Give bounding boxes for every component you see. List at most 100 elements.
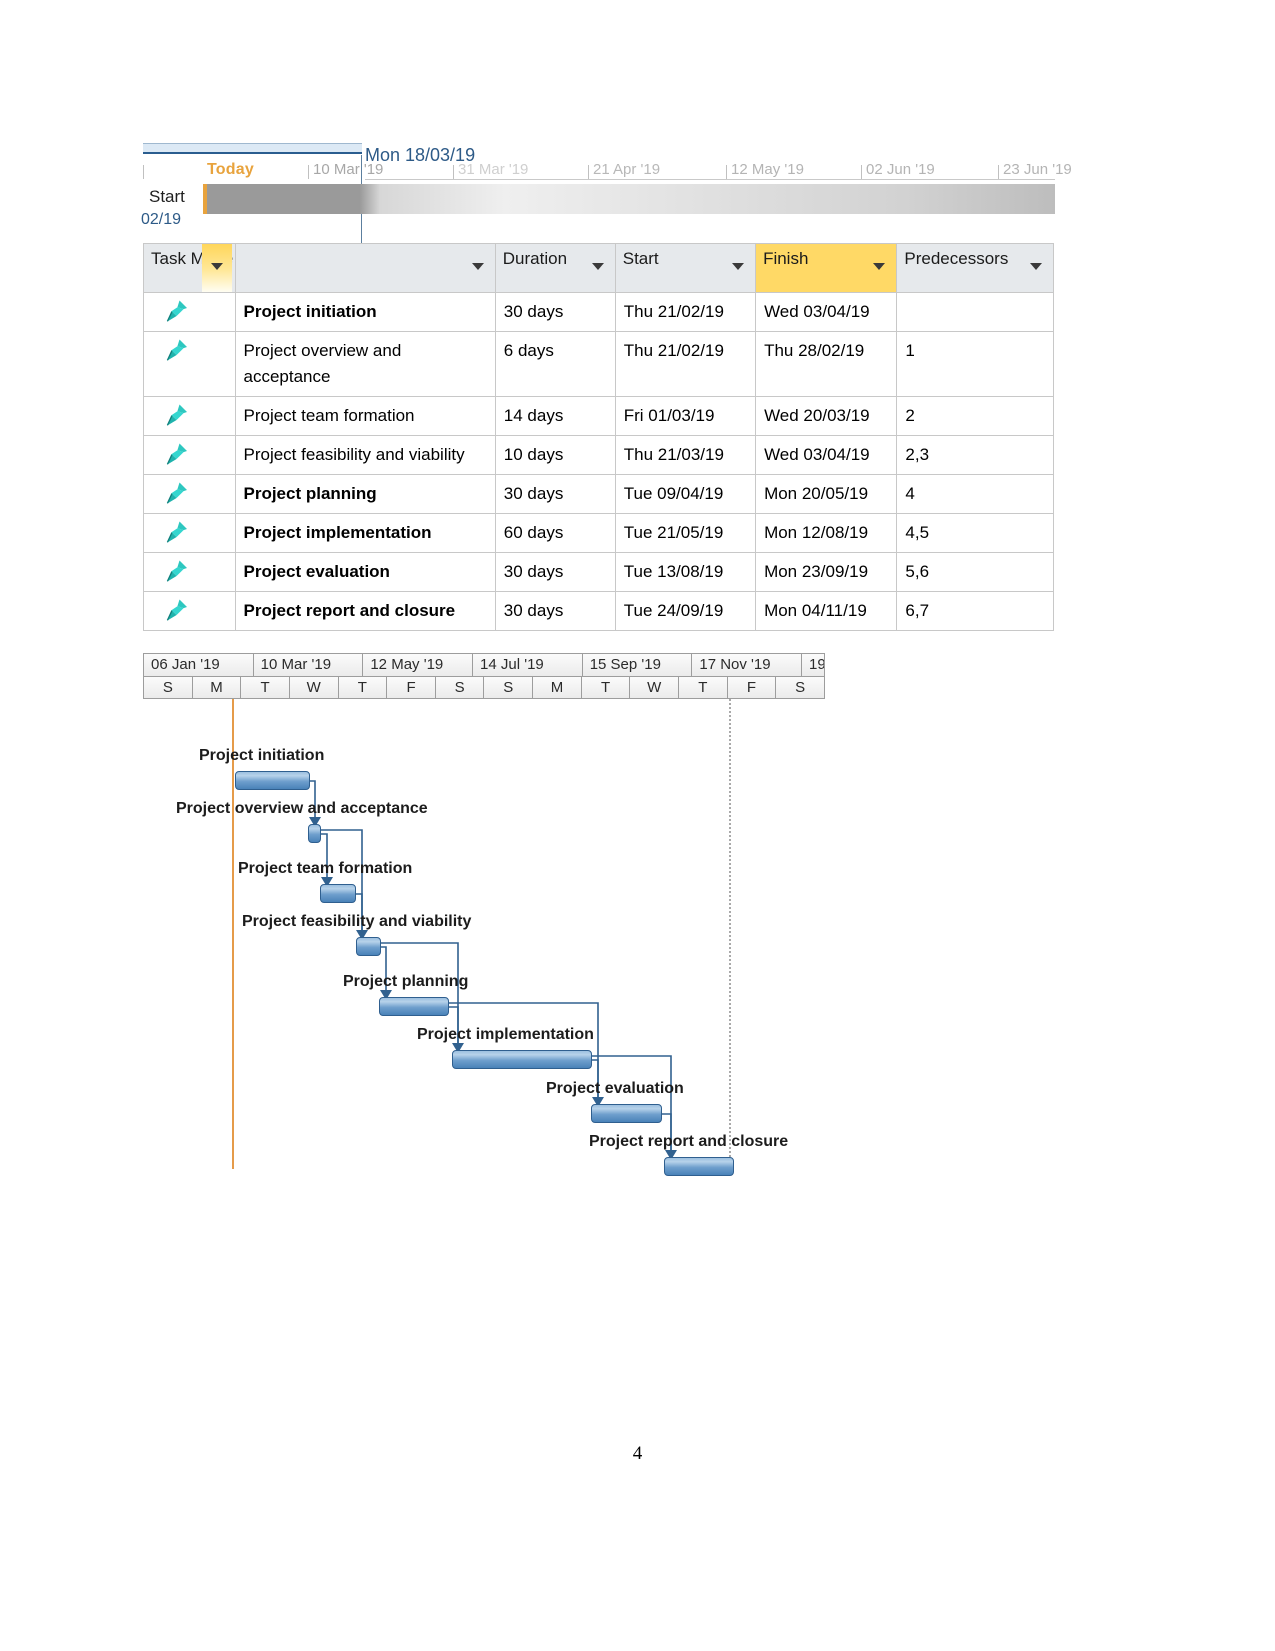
cell-finish[interactable]: Mon 12/08/19: [755, 513, 898, 553]
column-header-start[interactable]: Start: [614, 243, 757, 293]
cell-start[interactable]: Tue 24/09/19: [614, 591, 757, 631]
cell-start[interactable]: Thu 21/02/19: [614, 331, 757, 397]
gantt-plot-area: Project initiation Project overview and a…: [143, 699, 825, 1176]
cell-duration-text: 30 days: [503, 562, 564, 581]
cell-finish-text: Thu 28/02/19: [764, 341, 865, 360]
start-header-label: Start: [622, 249, 659, 268]
cell-duration[interactable]: 30 days: [494, 292, 616, 332]
cell-predecessors[interactable]: 1: [896, 331, 1054, 397]
gantt-task-bar[interactable]: [591, 1104, 662, 1123]
cell-start-text: Tue 13/08/19: [623, 562, 724, 581]
gantt-task-bar[interactable]: [320, 884, 356, 903]
cell-finish[interactable]: Mon 04/11/19: [755, 591, 898, 631]
cell-finish[interactable]: Mon 20/05/19: [755, 474, 898, 514]
cell-task-name-text: Project feasibility and viability: [243, 445, 465, 464]
gantt-month-label: 10 Mar '19: [253, 654, 364, 676]
predecessors-filter-button[interactable]: [1023, 244, 1049, 292]
pushpin-icon: [166, 560, 187, 582]
cell-task-name-text: Project overview and acceptance: [243, 341, 402, 386]
column-header-predecessors[interactable]: Predecessors: [896, 243, 1054, 293]
finish-filter-button[interactable]: [866, 244, 892, 292]
gantt-task-bar[interactable]: [379, 997, 449, 1016]
cell-task-name[interactable]: Project overview and acceptance: [234, 331, 496, 397]
task-name-filter-button[interactable]: [465, 244, 491, 292]
today-marker: [203, 184, 207, 214]
cell-task-mode[interactable]: [143, 474, 236, 514]
gantt-task-bar[interactable]: [356, 937, 381, 956]
column-header-finish[interactable]: Finish: [755, 243, 898, 293]
gantt-task-bar[interactable]: [308, 824, 321, 843]
cell-predecessors[interactable]: 4: [896, 474, 1054, 514]
cell-task-mode[interactable]: [143, 591, 236, 631]
cell-duration[interactable]: 10 days: [494, 435, 616, 475]
cell-predecessors[interactable]: 6,7: [896, 591, 1054, 631]
pushpin-icon: [164, 337, 194, 367]
cell-task-mode[interactable]: [143, 396, 236, 436]
cell-duration[interactable]: 30 days: [494, 591, 616, 631]
cell-finish[interactable]: Mon 23/09/19: [755, 552, 898, 592]
cell-task-mode[interactable]: [143, 435, 236, 475]
gantt-task-bar[interactable]: [452, 1050, 592, 1069]
timeline-tick-label: 21 Apr '19: [593, 161, 661, 178]
cell-start[interactable]: Fri 01/03/19: [614, 396, 757, 436]
cell-task-name[interactable]: Project report and closure: [234, 591, 496, 631]
cell-finish[interactable]: Thu 28/02/19: [755, 331, 898, 397]
cell-duration[interactable]: 60 days: [494, 513, 616, 553]
table-row[interactable]: Project team formation 14 days Fri 01/03/1…: [143, 396, 1054, 436]
column-header-task-name[interactable]: [234, 243, 496, 293]
gantt-day-label: S: [776, 677, 824, 698]
cell-predecessors[interactable]: 4,5: [896, 513, 1054, 553]
gantt-task-bar[interactable]: [235, 771, 310, 790]
cell-start[interactable]: Tue 13/08/19: [614, 552, 757, 592]
cell-duration[interactable]: 30 days: [494, 474, 616, 514]
cell-finish[interactable]: Wed 20/03/19: [755, 396, 898, 436]
cell-task-mode[interactable]: [143, 292, 236, 332]
cell-task-mode[interactable]: [143, 513, 236, 553]
chevron-down-icon: [1030, 263, 1042, 270]
cell-task-name[interactable]: Project evaluation: [234, 552, 496, 592]
cell-duration-text: 6 days: [503, 341, 554, 360]
cell-finish[interactable]: Wed 03/04/19: [755, 292, 898, 332]
table-row[interactable]: Project overview and acceptance 6 days Thu…: [143, 331, 1054, 397]
cell-task-mode[interactable]: [143, 552, 236, 592]
duration-filter-button[interactable]: [585, 244, 611, 292]
cell-predecessors-text: 1: [905, 341, 915, 360]
chevron-down-icon: [471, 263, 484, 270]
cell-duration[interactable]: 14 days: [494, 396, 616, 436]
cell-task-name[interactable]: Project initiation: [234, 292, 496, 332]
gantt-month-label: 14 Jul '19: [473, 654, 583, 676]
table-row[interactable]: Project initiation 30 days Thu 21/02/19 Wed…: [143, 292, 1054, 332]
cell-task-mode[interactable]: [143, 331, 236, 397]
cell-task-name[interactable]: Project planning: [234, 474, 496, 514]
table-row[interactable]: Project implementation 60 days Tue 21/05/1…: [143, 513, 1054, 553]
cell-task-name[interactable]: Project implementation: [234, 513, 496, 553]
gantt-bar-label: Project report and closure: [589, 1133, 789, 1150]
table-row[interactable]: Project planning 30 days Tue 09/04/19 Mon 2…: [143, 474, 1054, 514]
cell-start[interactable]: Thu 21/03/19: [614, 435, 757, 475]
table-row[interactable]: Project feasibility and viability 10 days…: [143, 435, 1054, 475]
cell-start[interactable]: Tue 09/04/19: [614, 474, 757, 514]
column-header-duration[interactable]: Duration: [494, 243, 616, 293]
cell-task-name-text: Project report and closure: [243, 601, 456, 620]
gantt-task-bar[interactable]: [664, 1157, 734, 1176]
cell-duration[interactable]: 30 days: [494, 552, 616, 592]
cell-predecessors[interactable]: [896, 292, 1054, 332]
table-row[interactable]: Project evaluation 30 days Tue 13/08/19 Mon…: [143, 552, 1054, 592]
task-table: Task Mode Duration Start Finish Predeces…: [143, 243, 1054, 631]
cell-duration[interactable]: 6 days: [494, 331, 616, 397]
gantt-month-label: 12 May '19: [363, 654, 474, 676]
cell-task-name[interactable]: Project team formation: [234, 396, 496, 436]
cell-task-name[interactable]: Project feasibility and viability: [234, 435, 496, 475]
cell-start[interactable]: Thu 21/02/19: [614, 292, 757, 332]
table-row[interactable]: Project report and closure 30 days Tue 24/…: [143, 591, 1054, 631]
task-mode-filter-button[interactable]: [202, 244, 232, 292]
column-header-task-mode[interactable]: Task Mode: [143, 243, 236, 293]
cell-finish[interactable]: Wed 03/04/19: [755, 435, 898, 475]
cell-finish-text: Wed 20/03/19: [764, 406, 870, 425]
cell-predecessors[interactable]: 2: [896, 396, 1054, 436]
cell-predecessors[interactable]: 2,3: [896, 435, 1054, 475]
start-filter-button[interactable]: [725, 244, 751, 292]
project-timeline-strip: Today Start 02/19 Mon 18/03/19 10 Mar '1…: [141, 143, 1072, 243]
cell-start[interactable]: Tue 21/05/19: [614, 513, 757, 553]
cell-predecessors[interactable]: 5,6: [896, 552, 1054, 592]
